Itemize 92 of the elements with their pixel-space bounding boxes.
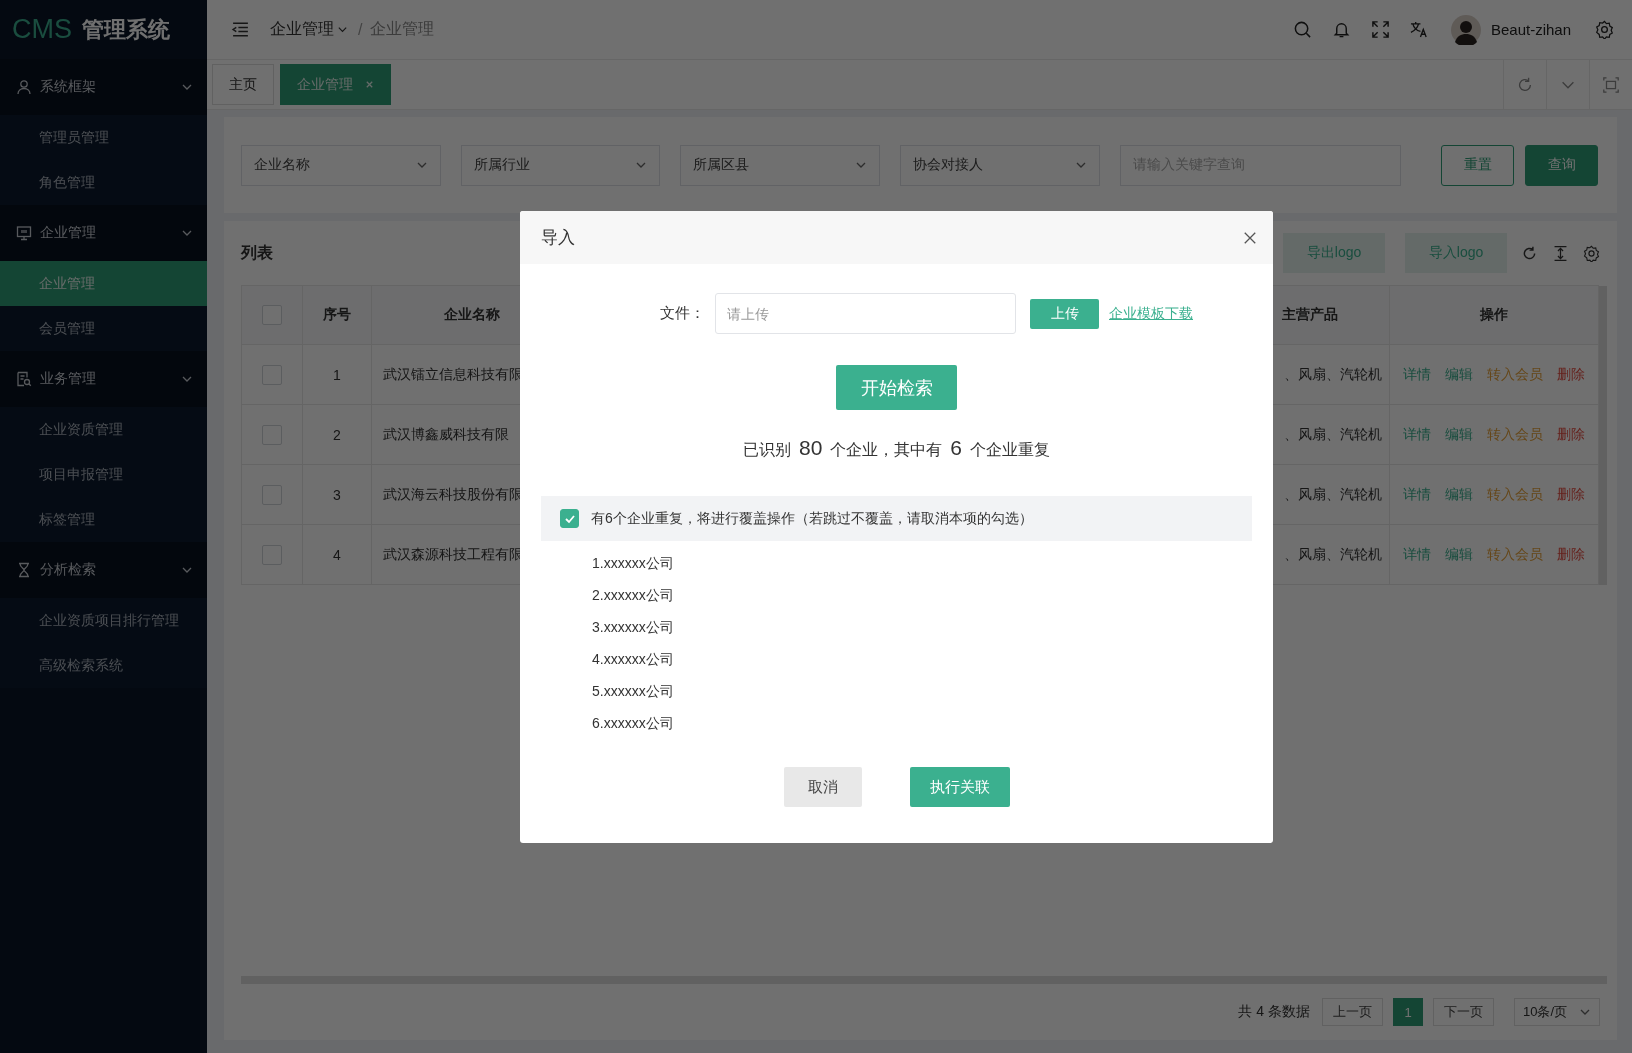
menu-item[interactable]: 标签管理 [0, 497, 207, 542]
refresh-icon[interactable] [1521, 244, 1538, 262]
table-cell: 3 [303, 465, 372, 524]
action-link[interactable]: 编辑 [1445, 485, 1473, 504]
menu-group[interactable]: 企业管理 [0, 205, 207, 261]
column-header: 序号 [303, 286, 372, 344]
app-title: 管理系统 [82, 15, 170, 44]
duplicate-item: 5.xxxxxx公司 [592, 682, 675, 701]
user-name[interactable]: Beaut-zihan [1490, 21, 1571, 38]
column-header: 操作 [1479, 305, 1509, 324]
select-field[interactable]: 协会对接人 [900, 144, 1100, 186]
monitor-icon [16, 225, 32, 241]
page-size-select[interactable]: 10条/页 [1514, 998, 1600, 1026]
action-link[interactable]: 删除 [1557, 545, 1585, 564]
document-icon [16, 371, 32, 387]
user-icon [16, 79, 32, 95]
total-count: 共 4 条数据 [1238, 1003, 1310, 1021]
table-cell: 2 [303, 405, 372, 464]
action-link[interactable]: 编辑 [1445, 545, 1473, 564]
action-link[interactable]: 删除 [1557, 365, 1585, 384]
menu-item[interactable]: 项目申报管理 [0, 452, 207, 497]
query-button[interactable]: 查询 [1525, 144, 1598, 186]
translate-icon[interactable] [1409, 20, 1429, 39]
select-field[interactable]: 所属区县 [680, 144, 880, 186]
select-field[interactable]: 所属行业 [460, 144, 661, 186]
duplicate-item: 6.xxxxxx公司 [592, 714, 675, 733]
breadcrumb-item[interactable]: 企业管理 [270, 19, 350, 40]
dialog-title: 导入 [541, 227, 576, 249]
duplicate-item: 3.xxxxxx公司 [592, 618, 675, 637]
action-link[interactable]: 转入会员 [1487, 425, 1543, 444]
menu-item[interactable]: 管理员管理 [0, 115, 207, 160]
summary-text: 个企业，其中有 [830, 440, 943, 460]
row-height-icon[interactable] [1552, 244, 1569, 262]
toolbar-button[interactable]: 导出logo [1283, 233, 1385, 273]
action-link[interactable]: 编辑 [1445, 365, 1473, 384]
select-field[interactable]: 企业名称 [241, 144, 441, 186]
action-link[interactable]: 详情 [1403, 365, 1431, 384]
action-link[interactable]: 详情 [1403, 485, 1431, 504]
settings-icon[interactable] [1595, 20, 1614, 39]
breadcrumb-separator: / [358, 20, 363, 39]
action-link[interactable]: 转入会员 [1487, 545, 1543, 564]
menu-group[interactable]: 分析检索 [0, 542, 207, 598]
menu-item[interactable]: 高级检索系统 [0, 643, 207, 688]
close-icon[interactable] [1243, 230, 1257, 245]
action-link[interactable]: 详情 [1403, 425, 1431, 444]
duplicate-item: 2.xxxxxx公司 [592, 586, 675, 605]
menu-item[interactable]: 企业资质管理 [0, 407, 207, 452]
execute-button[interactable]: 执行关联 [909, 767, 1010, 807]
maximize-icon[interactable] [1602, 75, 1620, 94]
summary-text: 个企业重复 [970, 440, 1050, 460]
search-icon[interactable] [1292, 20, 1312, 39]
menu-item[interactable]: 企业管理 [0, 261, 207, 306]
file-input[interactable]: 请上传 [715, 293, 1016, 334]
checkbox[interactable] [560, 509, 579, 528]
fullscreen-icon[interactable] [1370, 20, 1390, 39]
tab[interactable]: 企业管理 [280, 64, 391, 105]
menu-group[interactable]: 系统框架 [0, 59, 207, 115]
action-link[interactable]: 详情 [1403, 545, 1431, 564]
table-cell: 1 [303, 345, 372, 404]
overwrite-option[interactable]: 有6个企业重复，将进行覆盖操作（若跳过不覆盖，请取消本项的勾选） [541, 496, 1252, 541]
caret-icon [337, 24, 348, 35]
action-link[interactable]: 转入会员 [1487, 365, 1543, 384]
action-link[interactable]: 删除 [1557, 425, 1585, 444]
duplicate-item: 1.xxxxxx公司 [592, 554, 675, 573]
template-download-link[interactable]: 企业模板下载 [1109, 304, 1193, 323]
field-label: 文件： [660, 304, 705, 323]
count-number: 6 [950, 436, 962, 460]
reset-button[interactable]: 重置 [1441, 144, 1515, 186]
settings-icon[interactable] [1583, 244, 1600, 262]
menu-item[interactable]: 角色管理 [0, 160, 207, 205]
menu-icon[interactable] [231, 20, 250, 39]
upload-button[interactable]: 上传 [1030, 298, 1099, 329]
action-link[interactable]: 转入会员 [1487, 485, 1543, 504]
start-search-button[interactable]: 开始检索 [836, 365, 957, 410]
cancel-button[interactable]: 取消 [783, 767, 862, 807]
refresh-icon[interactable] [1516, 75, 1534, 94]
menu-item[interactable]: 企业资质项目排行管理 [0, 598, 207, 643]
menu-item[interactable]: 会员管理 [0, 306, 207, 351]
table-cell: 4 [303, 525, 372, 584]
summary-text: 已识别 [742, 440, 791, 460]
hourglass-icon [16, 562, 32, 578]
page-button[interactable]: 1 [1393, 998, 1423, 1026]
action-link[interactable]: 删除 [1557, 485, 1585, 504]
tab[interactable]: 主页 [212, 64, 274, 105]
avatar[interactable] [1450, 14, 1481, 45]
list-title: 列表 [241, 242, 273, 263]
toolbar-button[interactable]: 导入logo [1405, 233, 1507, 273]
count-number: 80 [798, 436, 823, 460]
menu-group[interactable]: 业务管理 [0, 351, 207, 407]
logo-brand: CMS [12, 14, 72, 45]
duplicate-item: 4.xxxxxx公司 [592, 650, 675, 669]
action-link[interactable]: 编辑 [1445, 425, 1473, 444]
